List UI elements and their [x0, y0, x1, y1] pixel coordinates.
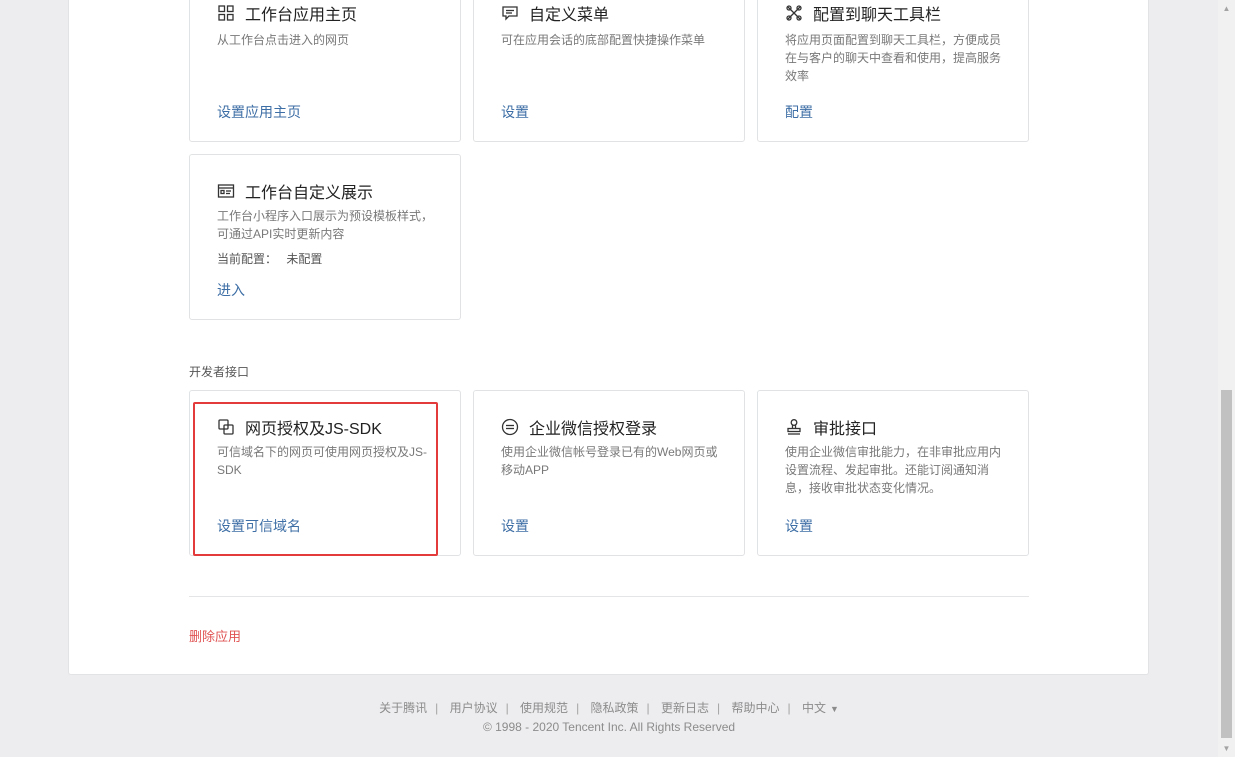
- display-card-icon: [217, 182, 235, 200]
- set-homepage-link[interactable]: 设置应用主页: [217, 102, 301, 122]
- card-description: 使用企业微信帐号登录已有的Web网页或移动APP: [501, 445, 718, 477]
- login-circle-icon: [501, 418, 519, 436]
- language-selector[interactable]: 中文 ▼: [802, 701, 839, 715]
- card-title: 工作台应用主页: [245, 7, 358, 24]
- card-wecom-login: 企业微信授权登录 使用企业微信帐号登录已有的Web网页或移动APP 设置: [473, 390, 745, 556]
- scrollbar-thumb[interactable]: [1221, 390, 1232, 738]
- enter-link[interactable]: 进入: [217, 280, 245, 300]
- card-title: 网页授权及JS-SDK: [245, 421, 382, 438]
- developer-interfaces-heading: 开发者接口: [189, 365, 250, 379]
- footer-link-changelog[interactable]: 更新日志: [661, 701, 709, 715]
- footer-link-about[interactable]: 关于腾讯: [379, 701, 427, 715]
- grid-icon: [217, 4, 235, 22]
- card-chat-toolbar: 配置到聊天工具栏 将应用页面配置到聊天工具栏，方便成员在与客户的聊天中查看和使用…: [757, 0, 1029, 142]
- card-description: 将应用页面配置到聊天工具栏，方便成员在与客户的聊天中查看和使用，提高服务效率: [785, 33, 1002, 83]
- footer-links: 关于腾讯 | 用户协议 | 使用规范 | 隐私政策 | 更新日志 | 帮助中心 | 中文 ▼: [379, 701, 839, 715]
- set-trusted-domain-link[interactable]: 设置可信域名: [217, 516, 301, 536]
- set-menu-link[interactable]: 设置: [501, 102, 529, 122]
- footer-link-usage-rules[interactable]: 使用规范: [520, 701, 568, 715]
- divider: [189, 596, 1029, 597]
- card-description: 工作台小程序入口展示为预设模板样式，可通过API实时更新内容: [217, 209, 434, 241]
- footer-link-user-agreement[interactable]: 用户协议: [450, 701, 498, 715]
- current-config-value: 未配置: [286, 252, 323, 266]
- card-title: 工作台自定义展示: [245, 185, 374, 202]
- current-config: 当前配置： 未配置: [217, 250, 322, 267]
- current-config-label: 当前配置：: [217, 252, 278, 266]
- card-description: 从工作台点击进入的网页: [217, 33, 350, 47]
- card-workbench-display: 工作台自定义展示 工作台小程序入口展示为预设模板样式，可通过API实时更新内容 …: [189, 154, 461, 320]
- footer-link-help[interactable]: 帮助中心: [732, 701, 780, 715]
- card-title: 自定义菜单: [529, 7, 610, 24]
- card-title: 审批接口: [813, 421, 878, 438]
- tools-cross-icon: [785, 4, 803, 22]
- scroll-up-icon[interactable]: ▲: [1218, 0, 1235, 17]
- set-login-link[interactable]: 设置: [501, 516, 529, 536]
- stamp-icon: [785, 418, 803, 436]
- menu-message-icon: [501, 4, 519, 22]
- page-scrollbar[interactable]: ▲ ▼: [1218, 0, 1235, 757]
- card-description: 可在应用会话的底部配置快捷操作菜单: [501, 33, 706, 47]
- card-approval-api: 审批接口 使用企业微信审批能力，在非审批应用内设置流程、发起审批。还能订阅通知消…: [757, 390, 1029, 556]
- copy-windows-icon: [217, 418, 235, 436]
- card-web-auth-jssdk: 网页授权及JS-SDK 可信域名下的网页可使用网页授权及JS-SDK 设置可信域…: [189, 390, 461, 556]
- footer-link-privacy[interactable]: 隐私政策: [591, 701, 639, 715]
- delete-app-link[interactable]: 删除应用: [189, 626, 241, 645]
- language-label: 中文: [801, 701, 826, 715]
- copyright: © 1998 - 2020 Tencent Inc. All Rights Re…: [482, 720, 736, 734]
- card-title: 企业微信授权登录: [529, 421, 658, 438]
- card-description: 使用企业微信审批能力，在非审批应用内设置流程、发起审批。还能订阅通知消息，接收审…: [785, 445, 1002, 495]
- configure-toolbar-link[interactable]: 配置: [785, 102, 813, 122]
- card-description: 可信域名下的网页可使用网页授权及JS-SDK: [217, 445, 428, 477]
- card-title: 配置到聊天工具栏: [813, 7, 942, 24]
- card-custom-menu: 自定义菜单 可在应用会话的底部配置快捷操作菜单 设置: [473, 0, 745, 142]
- caret-down-icon: ▼: [830, 704, 839, 714]
- set-approval-link[interactable]: 设置: [785, 516, 813, 536]
- card-workbench-homepage: 工作台应用主页 从工作台点击进入的网页 设置应用主页: [189, 0, 461, 142]
- scroll-down-icon[interactable]: ▼: [1218, 740, 1235, 757]
